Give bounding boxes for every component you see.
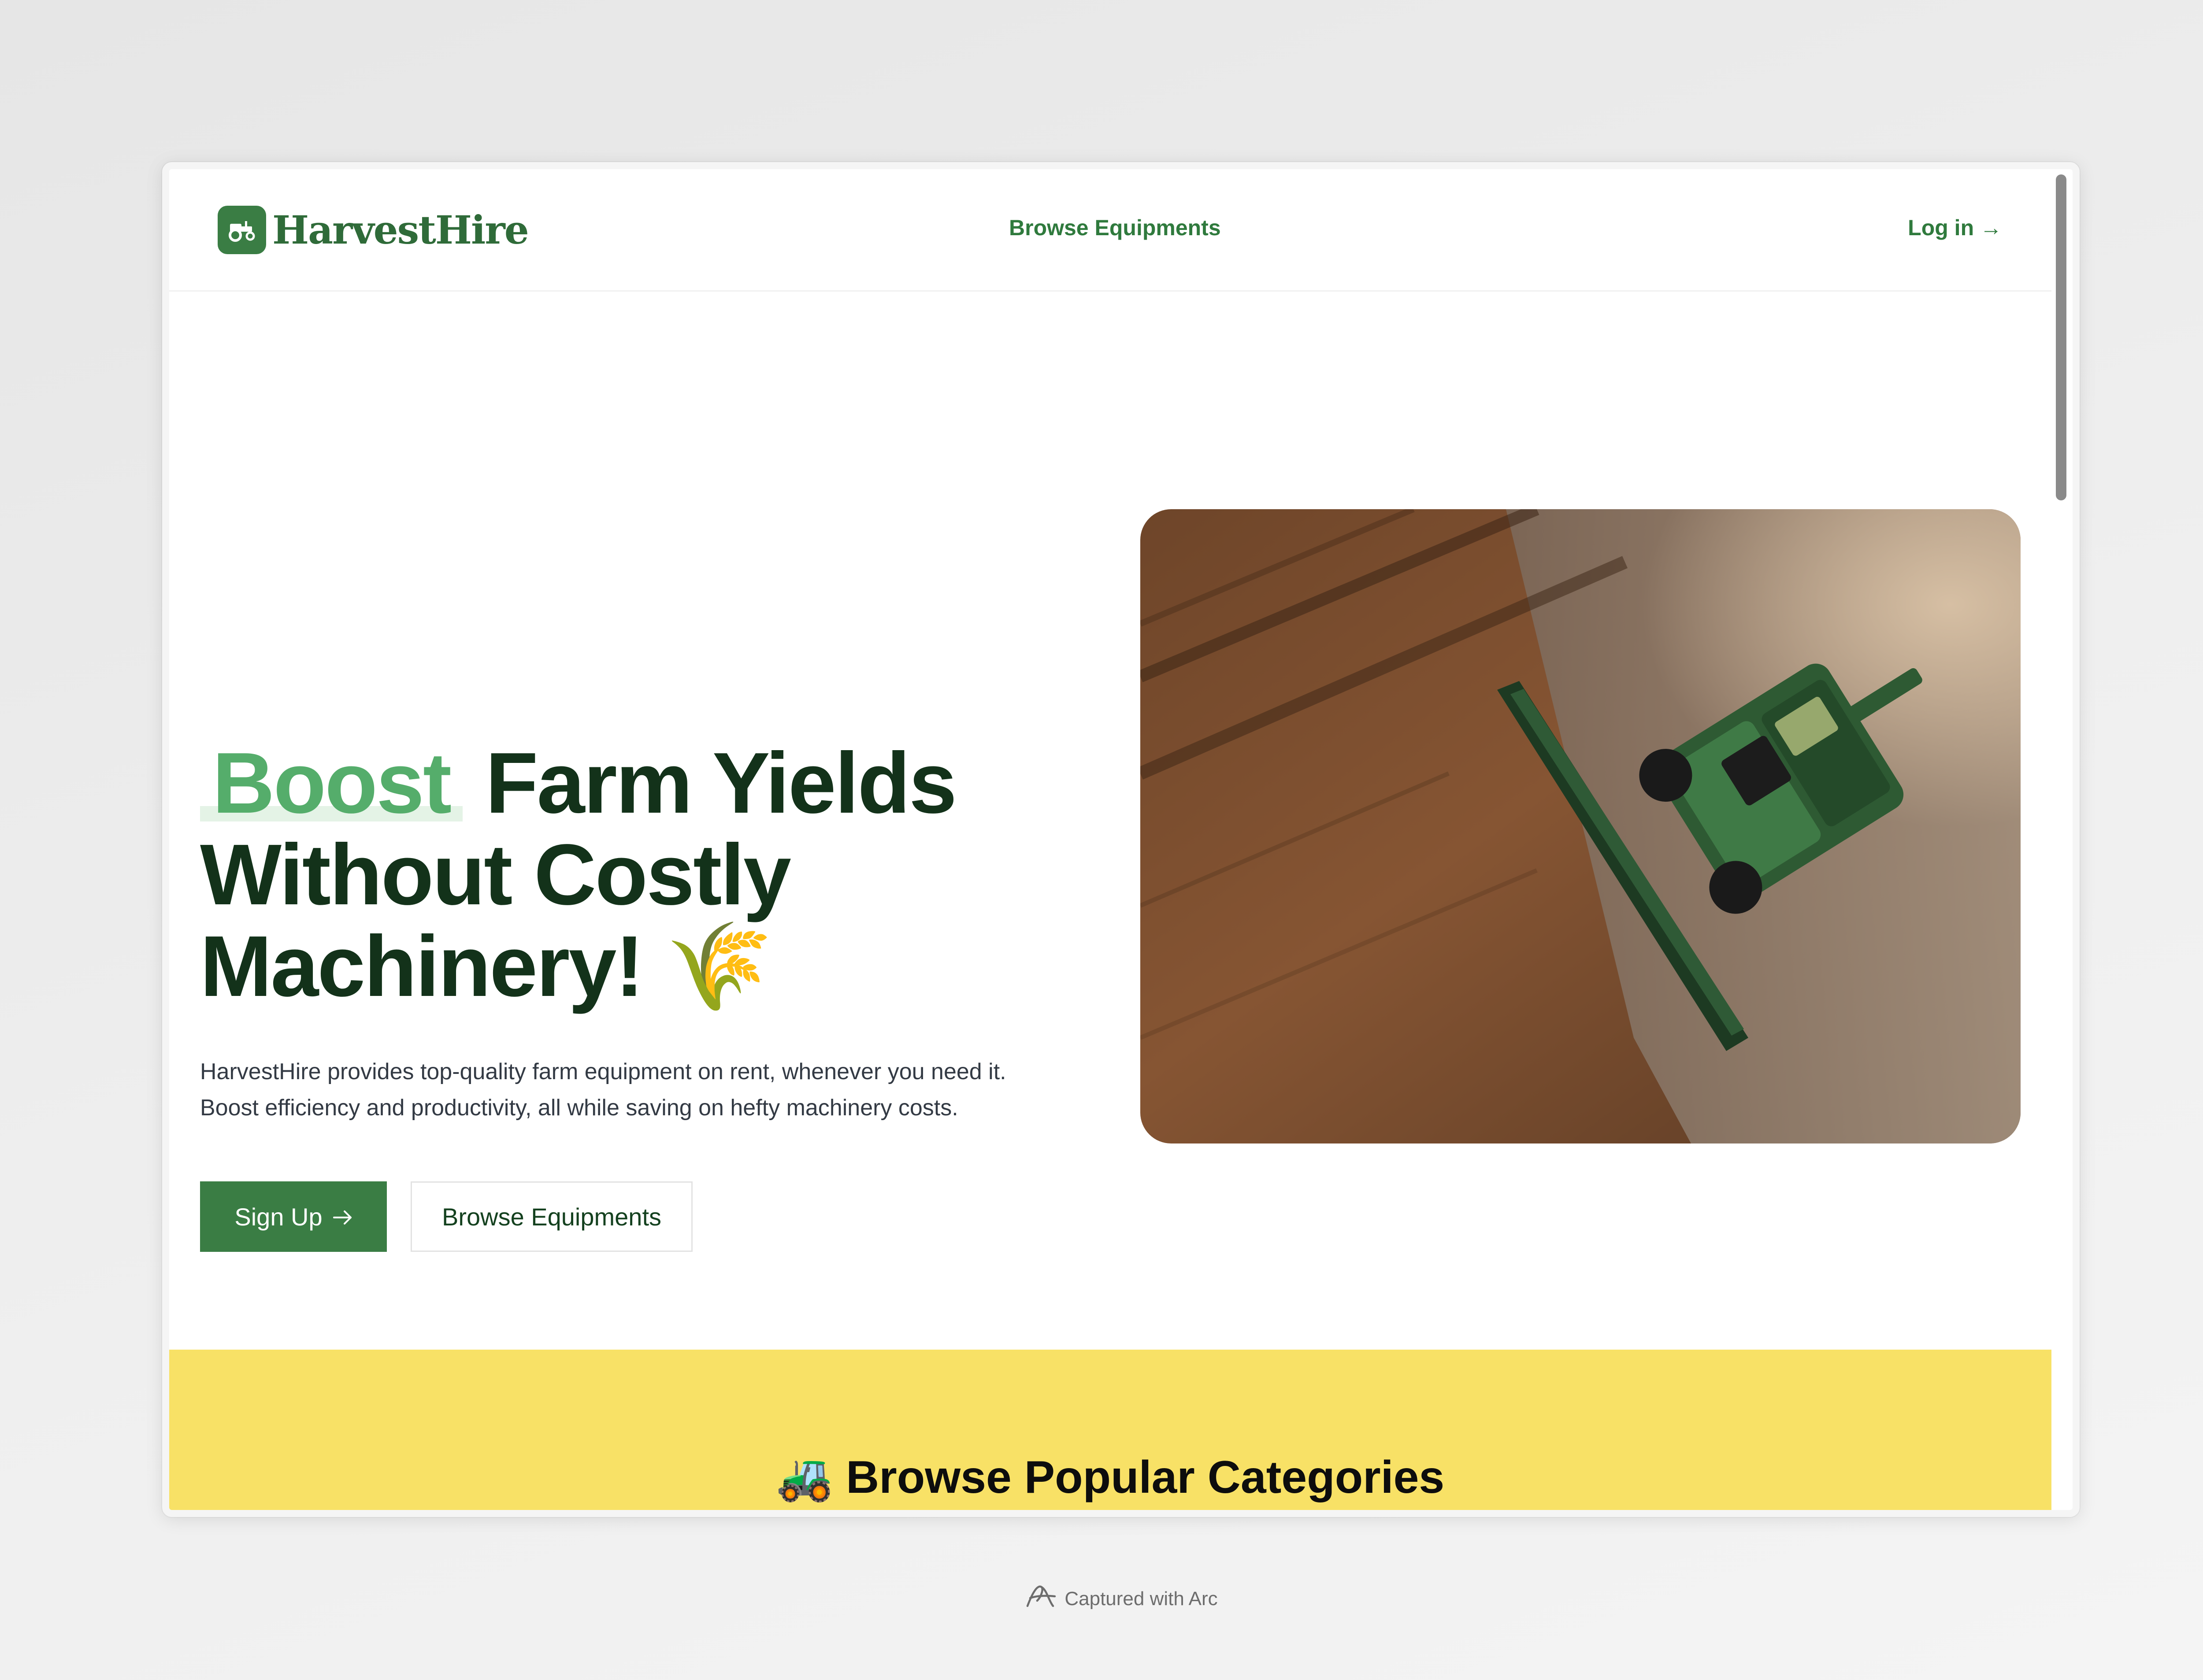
brand-name: HarvestHire	[272, 207, 529, 253]
capture-label: Captured with Arc	[1064, 1587, 1218, 1610]
sign-up-button[interactable]: Sign Up	[200, 1181, 387, 1252]
brand-logo[interactable]: HarvestHire	[218, 205, 529, 255]
hero-title-line3: Machinery!	[200, 918, 644, 1014]
categories-title: 🚜 Browse Popular Categories	[169, 1451, 2051, 1504]
page-scrollbar[interactable]	[2056, 174, 2066, 1505]
categories-section: 🚜 Browse Popular Categories	[169, 1350, 2051, 1510]
nav-login-link[interactable]: Log in →	[1908, 215, 2002, 241]
page-viewport: HarvestHire Browse Equipments Log in → B…	[169, 169, 2051, 1510]
hero-title: Boost Farm Yields Without Costly Machine…	[200, 735, 1169, 1014]
top-nav: HarvestHire Browse Equipments Log in →	[169, 169, 2051, 292]
tractor-emoji: 🚜	[776, 1452, 834, 1503]
browse-equipments-button[interactable]: Browse Equipments	[411, 1181, 693, 1252]
sign-up-label: Sign Up	[234, 1203, 323, 1231]
capture-caption: Captured with Arc	[0, 1583, 2203, 1614]
hero-title-highlight: Boost	[200, 735, 463, 831]
categories-title-text: Browse Popular Categories	[846, 1452, 1445, 1503]
hero-combine-harvester-image	[1140, 509, 2021, 1143]
hero-description-line1: HarvestHire provides top-quality farm eq…	[200, 1059, 1006, 1084]
hero-title-line1: Farm Yields	[463, 735, 957, 831]
scrollbar-thumb[interactable]	[2056, 174, 2066, 500]
hero-description-line2: Boost efficiency and productivity, all w…	[200, 1095, 958, 1121]
tractor-icon	[218, 206, 266, 254]
arc-logo-icon	[1024, 1583, 1057, 1614]
nav-browse-equipments-link[interactable]: Browse Equipments	[1009, 215, 1221, 241]
browser-window: HarvestHire Browse Equipments Log in → B…	[162, 162, 2080, 1517]
hero-title-line2: Without Costly	[200, 826, 791, 923]
arrow-right-icon	[333, 1203, 352, 1231]
hero-description: HarvestHire provides top-quality farm eq…	[200, 1054, 1116, 1126]
wheat-emoji: 🌾	[665, 918, 773, 1014]
